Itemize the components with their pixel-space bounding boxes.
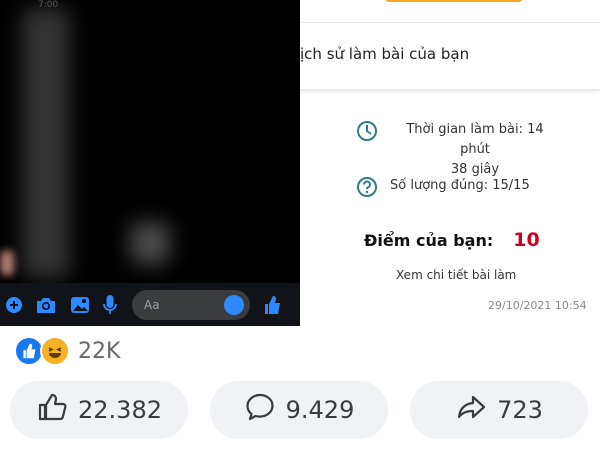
haha-reaction-icon: [40, 336, 70, 366]
submission-date: 29/10/2021 10:54: [488, 299, 587, 312]
emoji-icon[interactable]: [224, 294, 244, 315]
camera-icon[interactable]: [35, 296, 57, 314]
quiz-header: ịch sử làm bài của bạn: [300, 22, 600, 90]
comment-count: 9.429: [285, 396, 355, 424]
share-arrow-icon: [455, 391, 487, 429]
share-button[interactable]: 723: [410, 381, 588, 439]
image-icon[interactable]: [70, 296, 90, 314]
screenshot-root: 7:00 Aa ịch sử làm bài của bạn Thời gian…: [0, 0, 600, 450]
quiz-history-title: ịch sử làm bài của bạn: [300, 45, 470, 63]
score-label: Điểm của bạn:: [364, 231, 494, 250]
orange-button-edge: [384, 0, 524, 2]
score-row: Điểm của bạn: 10: [364, 229, 540, 251]
time-row: Thời gian làm bài: 14 phút 38 giây: [356, 120, 560, 180]
microphone-icon[interactable]: [103, 294, 117, 315]
message-input[interactable]: Aa: [132, 289, 250, 320]
thumbs-up-icon[interactable]: [263, 295, 281, 315]
blurred-avatar: [130, 222, 170, 264]
reaction-summary[interactable]: 22K: [14, 336, 120, 366]
plus-icon[interactable]: [6, 296, 22, 313]
blurred-avatar-small: [0, 250, 14, 276]
clock-icon: [356, 120, 378, 142]
reaction-count: 22K: [78, 338, 121, 364]
question-icon: [356, 176, 378, 198]
blurred-message: [22, 8, 70, 278]
comment-button[interactable]: 9.429: [210, 381, 388, 439]
time-text: Thời gian làm bài: 14 phút 38 giây: [390, 120, 560, 180]
share-count: 723: [497, 396, 543, 424]
score-value: 10: [513, 229, 540, 251]
correct-count-text: Số lượng đúng: 15/15: [390, 178, 530, 193]
like-button[interactable]: 22.382: [10, 381, 188, 439]
view-details-link[interactable]: Xem chi tiết bài làm: [396, 268, 516, 282]
quiz-result-screenshot: ịch sử làm bài của bạn Thời gian làm bài…: [300, 0, 600, 326]
time-line-1: Thời gian làm bài: 14 phút: [406, 122, 544, 157]
correct-row: Số lượng đúng: 15/15: [356, 176, 530, 198]
message-composer: Aa: [0, 283, 300, 326]
messenger-chat-screenshot: 7:00 Aa: [0, 0, 300, 326]
comment-icon: [244, 391, 276, 429]
message-input-placeholder: Aa: [144, 297, 160, 312]
thumbs-up-outline-icon: [36, 391, 68, 429]
like-count: 22.382: [78, 396, 162, 424]
